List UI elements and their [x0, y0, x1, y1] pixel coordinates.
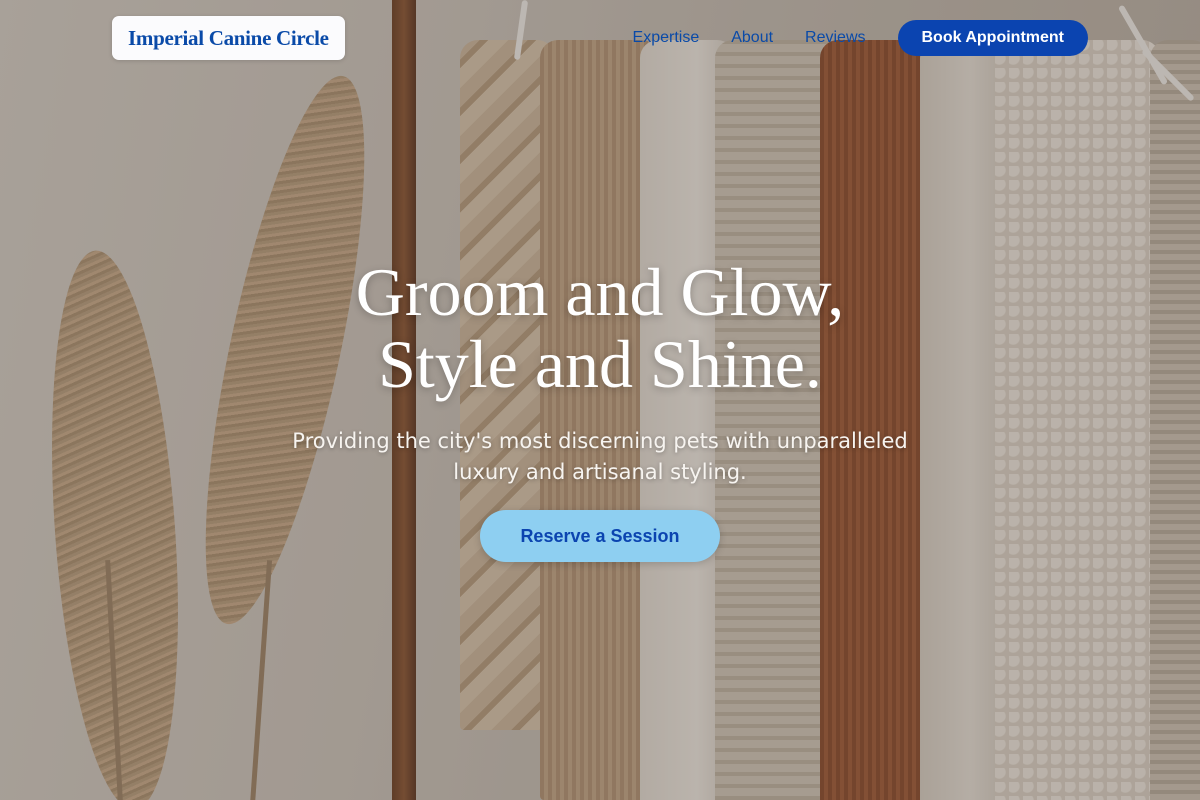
- hero-title-line-2: Style and Shine.: [378, 326, 822, 402]
- hero-section: Groom and Glow, Style and Shine. Providi…: [150, 256, 1050, 562]
- brand-name: Imperial Canine Circle: [128, 25, 329, 50]
- hero-title-line-1: Groom and Glow,: [355, 254, 845, 330]
- hero-title: Groom and Glow, Style and Shine.: [150, 256, 1050, 400]
- nav-link-expertise[interactable]: Expertise: [633, 29, 700, 47]
- site-header: Imperial Canine Circle Expertise About R…: [112, 16, 1088, 60]
- main-nav: Expertise About Reviews Book Appointment: [633, 20, 1088, 56]
- reserve-session-button[interactable]: Reserve a Session: [480, 510, 720, 562]
- nav-link-reviews[interactable]: Reviews: [805, 29, 865, 47]
- nav-link-about[interactable]: About: [731, 29, 773, 47]
- hero-subtitle: Providing the city's most discerning pet…: [292, 429, 908, 484]
- brand-logo[interactable]: Imperial Canine Circle: [112, 16, 345, 60]
- book-appointment-button[interactable]: Book Appointment: [897, 20, 1088, 56]
